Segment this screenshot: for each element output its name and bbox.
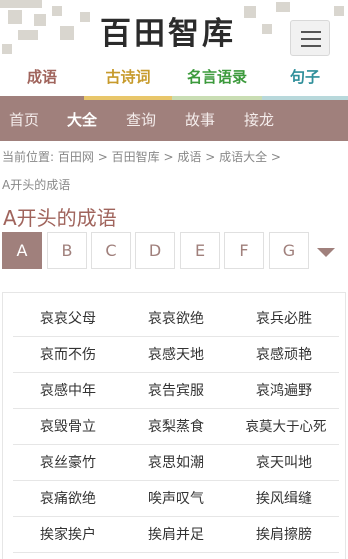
site-logo[interactable]: 百田智库 bbox=[100, 16, 236, 52]
triangle-down-icon[interactable] bbox=[317, 248, 335, 257]
breadcrumb-separator: > bbox=[205, 150, 216, 164]
idiom-link[interactable]: 哀哀父母 bbox=[13, 301, 123, 337]
nav-item-stories[interactable]: 故事 bbox=[185, 100, 215, 141]
idiom-link[interactable]: 挨风缉缝 bbox=[229, 481, 339, 517]
idiom-link[interactable]: 哀鸿遍野 bbox=[229, 373, 339, 409]
breadcrumb-link[interactable]: 百田智库 bbox=[112, 150, 160, 164]
header-decoration bbox=[52, 6, 62, 16]
idiom-link[interactable]: 哀兵必胜 bbox=[229, 301, 339, 337]
letter-button-f[interactable]: F bbox=[224, 232, 264, 269]
list-row: 哀而不伤 哀感天地 哀感顽艳 bbox=[13, 337, 339, 373]
header-decoration bbox=[334, 6, 344, 16]
tab-chengyu[interactable]: 成语 bbox=[0, 60, 84, 100]
idiom-link[interactable]: 哀莫大于心死 bbox=[233, 409, 339, 445]
idiom-link[interactable]: 哀天叫地 bbox=[229, 445, 339, 481]
header-decoration bbox=[2, 44, 12, 54]
nav-item-query[interactable]: 查询 bbox=[126, 100, 156, 141]
tab-label: 句子 bbox=[289, 68, 320, 86]
header-decoration bbox=[60, 26, 74, 40]
idiom-link[interactable]: 哀感天地 bbox=[121, 337, 231, 373]
breadcrumb-separator: > bbox=[270, 150, 281, 164]
tab-gushici[interactable]: 古诗词 bbox=[84, 60, 172, 100]
idiom-link[interactable]: 哀告宾服 bbox=[121, 373, 231, 409]
idiom-link[interactable]: 哀感中年 bbox=[13, 373, 123, 409]
idiom-link[interactable]: 哀哀欲绝 bbox=[121, 301, 231, 337]
breadcrumb: 当前位置: 百田网 > 百田智库 > 成语 > 成语大全 > A开头的成语 bbox=[2, 143, 332, 199]
breadcrumb-link[interactable]: 百田网 bbox=[58, 150, 94, 164]
idiom-link[interactable]: 挨肩并足 bbox=[121, 517, 231, 553]
tab-mingyan[interactable]: 名言语录 bbox=[172, 60, 262, 100]
header-decoration bbox=[0, 0, 42, 8]
nav-item-jielong[interactable]: 接龙 bbox=[244, 100, 274, 141]
idiom-link[interactable]: 挨肩擦膀 bbox=[229, 517, 339, 553]
idiom-link[interactable]: 哀而不伤 bbox=[13, 337, 123, 373]
menu-icon bbox=[301, 38, 321, 40]
menu-icon bbox=[301, 31, 321, 33]
menu-icon bbox=[301, 45, 321, 47]
idiom-link[interactable]: 哀思如潮 bbox=[121, 445, 231, 481]
list-row: 哀痛欲绝 唉声叹气 挨风缉缝 bbox=[13, 481, 339, 517]
letter-button-g[interactable]: G bbox=[269, 232, 309, 269]
idiom-link[interactable]: 挨家挨户 bbox=[13, 517, 123, 553]
category-tabs: 成语 古诗词 名言语录 句子 bbox=[0, 60, 348, 100]
breadcrumb-link[interactable]: 成语 bbox=[177, 150, 201, 164]
main-nav: 首页 大全 查询 故事 接龙 bbox=[0, 100, 348, 141]
header-decoration bbox=[34, 14, 46, 26]
header-decoration bbox=[262, 24, 272, 34]
breadcrumb-separator: > bbox=[163, 150, 174, 164]
list-row: 挨家挨户 挨肩并足 挨肩擦膀 bbox=[13, 517, 339, 553]
header-decoration bbox=[18, 30, 38, 40]
site-header: 百田智库 bbox=[0, 0, 348, 60]
tab-label: 名言语录 bbox=[186, 68, 247, 86]
page-title: A开头的成语 bbox=[3, 206, 117, 230]
tab-label: 古诗词 bbox=[105, 68, 151, 86]
letter-button-b[interactable]: B bbox=[47, 232, 87, 269]
nav-item-home[interactable]: 首页 bbox=[9, 100, 39, 141]
tab-juzi[interactable]: 句子 bbox=[262, 60, 348, 100]
list-row: 哀丝豪竹 哀思如潮 哀天叫地 bbox=[13, 445, 339, 481]
list-row: 哀感中年 哀告宾服 哀鸿遍野 bbox=[13, 373, 339, 409]
header-decoration bbox=[276, 2, 290, 12]
breadcrumb-prefix: 当前位置: bbox=[2, 150, 55, 164]
letter-button-a[interactable]: A bbox=[2, 232, 42, 269]
list-row: 哀毁骨立 哀梨蒸食 哀莫大于心死 bbox=[13, 409, 339, 445]
list-row: 哀哀父母 哀哀欲绝 哀兵必胜 bbox=[13, 301, 339, 337]
breadcrumb-separator: > bbox=[97, 150, 108, 164]
breadcrumb-current: A开头的成语 bbox=[2, 178, 71, 192]
idiom-link[interactable]: 哀感顽艳 bbox=[229, 337, 339, 373]
letter-button-e[interactable]: E bbox=[180, 232, 220, 269]
header-decoration bbox=[80, 12, 90, 22]
letter-button-c[interactable]: C bbox=[91, 232, 131, 269]
nav-item-daquan[interactable]: 大全 bbox=[67, 100, 97, 141]
idiom-link[interactable]: 哀痛欲绝 bbox=[13, 481, 123, 517]
letter-button-d[interactable]: D bbox=[135, 232, 175, 269]
menu-button[interactable] bbox=[290, 20, 330, 56]
idiom-link[interactable]: 哀梨蒸食 bbox=[121, 409, 231, 445]
header-decoration bbox=[244, 6, 256, 18]
idiom-link[interactable]: 哀丝豪竹 bbox=[13, 445, 123, 481]
idiom-list: 哀哀父母 哀哀欲绝 哀兵必胜 哀而不伤 哀感天地 哀感顽艳 哀感中年 哀告宾服 … bbox=[2, 292, 346, 559]
idiom-link[interactable]: 哀毁骨立 bbox=[13, 409, 123, 445]
letter-filter: A B C D E F G bbox=[0, 232, 348, 270]
header-decoration bbox=[8, 10, 22, 24]
tab-label: 成语 bbox=[26, 68, 57, 86]
breadcrumb-link[interactable]: 成语大全 bbox=[219, 150, 267, 164]
idiom-link[interactable]: 唉声叹气 bbox=[121, 481, 231, 517]
